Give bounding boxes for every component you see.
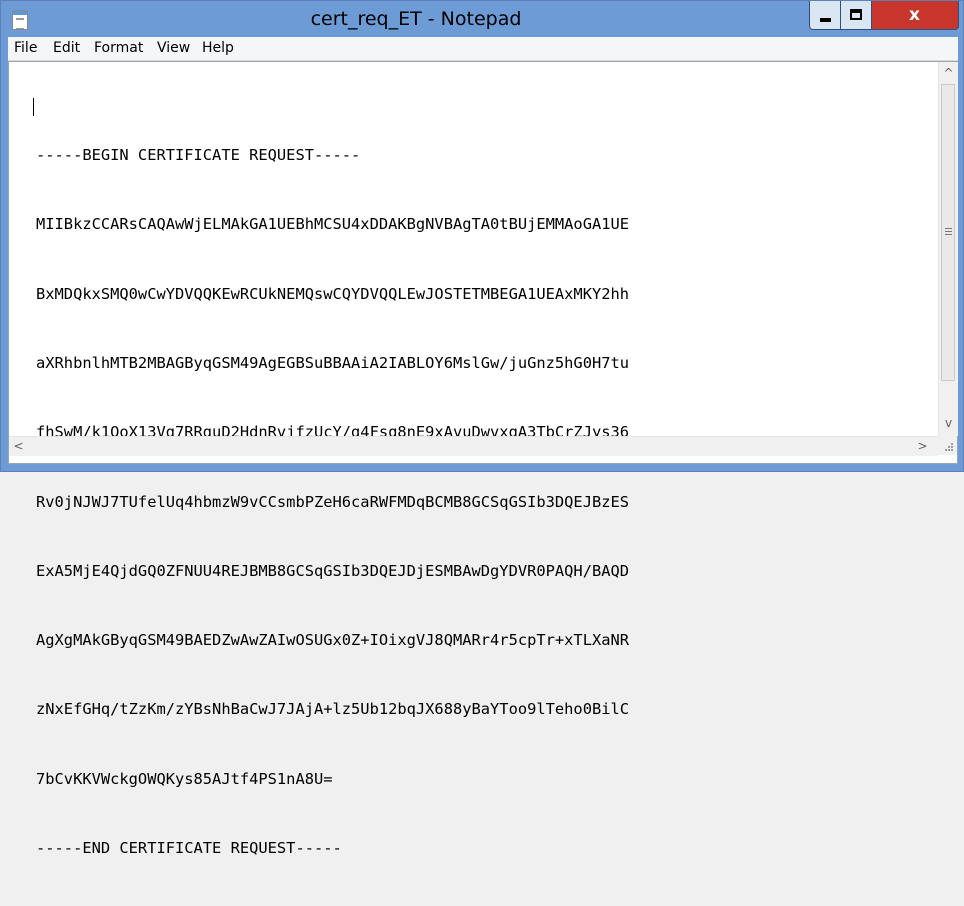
scroll-down-arrow-icon[interactable]: v [940, 417, 957, 429]
text-line: 7bCvKKVWckgOWQKys85AJtf4PS1nA8U= [36, 769, 333, 788]
grip-dot [945, 449, 947, 451]
vertical-scrollbar[interactable]: ^ v [938, 62, 958, 436]
text-line: aXRhbnlhMTB2MBAGByqGSM49AgEGBSuBBAAiA2IA… [36, 354, 630, 373]
grip-dot [951, 449, 953, 451]
scroll-right-arrow-icon[interactable]: > [914, 440, 931, 452]
text-line: AgXgMAkGByqGSM49BAEDZwAwZAIwOSUGx0Z+IOix… [36, 631, 630, 650]
menu-edit[interactable]: Edit [49, 37, 84, 60]
menu-view[interactable]: View [153, 37, 194, 60]
scroll-up-arrow-icon[interactable]: ^ [940, 67, 957, 79]
close-icon: x [909, 5, 920, 25]
text-line: ExA5MjE4QjdGQ0ZFNUU4REJBMB8GCSqGSIb3DQEJ… [36, 561, 630, 580]
menu-format[interactable]: Format [90, 37, 147, 60]
grip-line [945, 231, 952, 232]
editor-text[interactable]: -----BEGIN CERTIFICATE REQUEST----- MIIB… [36, 98, 936, 906]
minimize-button[interactable] [809, 1, 841, 30]
grip-dot [951, 443, 953, 445]
maximize-icon [850, 9, 862, 20]
vertical-scroll-thumb[interactable] [941, 84, 955, 381]
text-editor[interactable]: -----BEGIN CERTIFICATE REQUEST----- MIIB… [8, 61, 958, 857]
grip-dot [951, 446, 953, 448]
title-bar[interactable]: cert_req_ET - Notepad x [1, 1, 963, 37]
text-line: -----END CERTIFICATE REQUEST----- [36, 839, 342, 857]
text-line: zNxEfGHq/tZzKm/zYBsNhBaCwJ7JAjA+lz5Ub12b… [36, 700, 630, 719]
text-line: -----BEGIN CERTIFICATE REQUEST----- [36, 146, 361, 165]
text-caret [33, 98, 34, 116]
text-line: BxMDQkxSMQ0wCwYDVQQKEwRCUkNEMQswCQYDVQQL… [36, 284, 630, 303]
horizontal-scrollbar[interactable]: < > [9, 436, 938, 456]
minimize-icon [820, 18, 831, 22]
window-title: cert_req_ET - Notepad [310, 8, 522, 30]
menu-file[interactable]: File [10, 37, 41, 60]
grip-line [945, 228, 952, 229]
maximize-button[interactable] [841, 1, 872, 30]
resize-grip[interactable] [938, 436, 957, 455]
menu-bar: File Edit Format View Help [8, 37, 958, 61]
menu-help[interactable]: Help [198, 37, 238, 60]
close-button[interactable]: x [872, 1, 959, 30]
text-line: MIIBkzCCARsCAQAwWjELMAkGA1UEBhMCSU4xDDAK… [36, 215, 630, 234]
text-line: Rv0jNJWJ7TUfelUq4hbmzW9vCCsmbPZeH6caRWFM… [36, 492, 630, 511]
grip-line [945, 234, 952, 235]
notepad-window: cert_req_ET - Notepad x File Edit Format… [0, 0, 964, 857]
grip-dot [948, 446, 950, 448]
scroll-left-arrow-icon[interactable]: < [10, 440, 27, 452]
grip-dot [948, 449, 950, 451]
